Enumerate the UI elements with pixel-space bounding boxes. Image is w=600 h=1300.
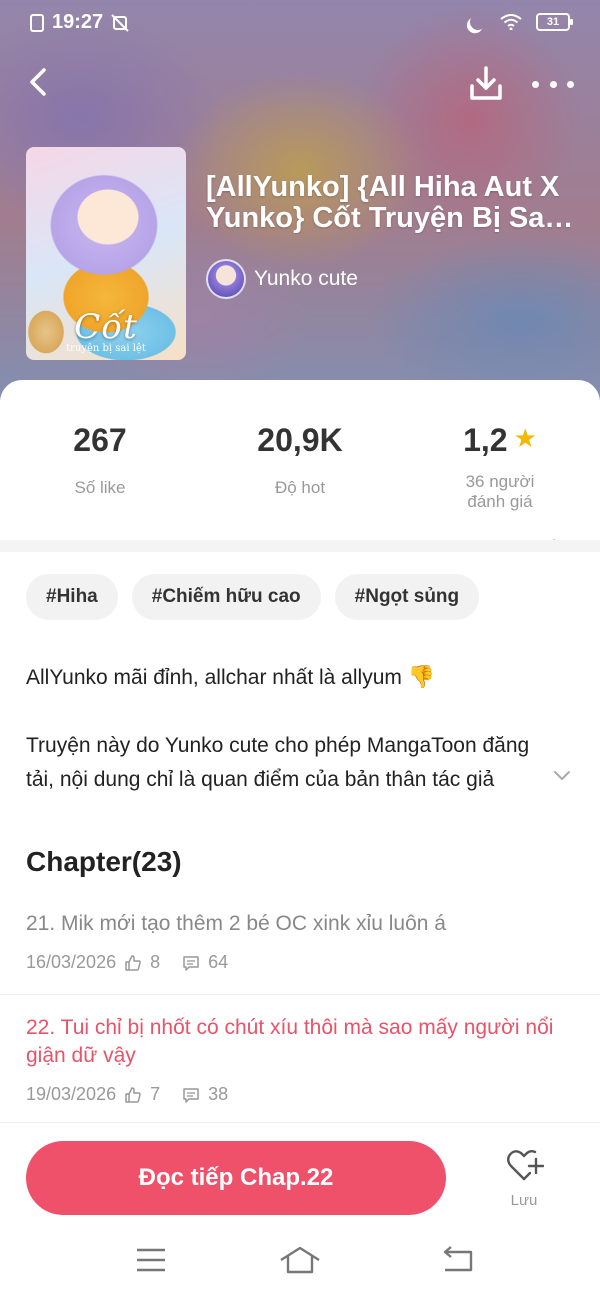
more-icon-dot	[549, 80, 557, 88]
save-label: Lưu	[510, 1192, 538, 1209]
bottom-action-bar: Đọc tiếp Chap.22 Lưu	[0, 1122, 600, 1222]
wifi-icon	[500, 14, 522, 30]
like-icon	[125, 954, 141, 971]
top-nav	[0, 58, 600, 108]
chapter-name: 21. Mik mới tạo thêm 2 bé OC xink xỉu lu…	[26, 912, 446, 935]
rating-value: 1,2	[463, 422, 508, 458]
chapter-name: 22. Tui chỉ bị nhốt có chút xíu thôi mà …	[26, 1016, 554, 1067]
stats-row: 267 Số like 20,9K Độ hot 1,2 ★ 36 người đ…	[0, 420, 600, 551]
thumbs-down-icon: 👎	[407, 664, 436, 689]
tag-chip[interactable]: #Ngọt sủng	[334, 574, 480, 620]
rating-count-label: 36 người	[465, 472, 535, 491]
menu-icon[interactable]	[129, 1242, 173, 1278]
mute-icon	[111, 13, 129, 32]
more-button[interactable]	[532, 64, 574, 104]
book-title: [AllYunko] {All Hiha Aut X Yunko} Cốt Tr…	[206, 172, 560, 234]
heart-plus-icon	[507, 1150, 545, 1181]
likes-value: 267	[73, 422, 127, 458]
likes-stat: 267 Số like	[0, 420, 200, 498]
divider	[0, 994, 600, 995]
chapter-item-current[interactable]: 22. Tui chỉ bị nhốt có chút xíu thôi mà …	[26, 1014, 576, 1105]
comment-icon	[183, 955, 199, 971]
back-icon	[30, 68, 46, 96]
more-icon-dot	[567, 80, 574, 88]
do-not-disturb-icon	[468, 12, 489, 33]
hot-label: Độ hot	[274, 478, 326, 497]
detail-card: 267 Số like 20,9K Độ hot 1,2 ★ 36 người đ…	[0, 380, 600, 1300]
more-icon-dot	[532, 80, 539, 88]
chevron-down-icon[interactable]	[552, 768, 572, 782]
notification-icon	[30, 13, 44, 32]
back-nav-icon[interactable]	[435, 1242, 479, 1278]
book-cover[interactable]: Cốt truyện bị sai lệt	[26, 147, 186, 360]
tag-chip[interactable]: #Chiếm hữu cao	[131, 574, 321, 620]
download-button[interactable]	[466, 64, 506, 104]
status-bar: 19:27 31	[0, 0, 600, 48]
hot-stat: 20,9K Độ hot	[200, 420, 400, 498]
author-name[interactable]: Yunko cute	[254, 267, 358, 291]
tag-chip[interactable]: #Hiha	[26, 574, 118, 620]
star-icon: ★	[513, 423, 537, 453]
chapter-likes: 8	[150, 952, 161, 972]
rating-label: đánh giá	[467, 492, 533, 511]
save-button[interactable]: Lưu	[494, 1147, 554, 1209]
chapter-date: 19/03/2026	[26, 1084, 117, 1104]
chapter-comments: 64	[208, 952, 229, 972]
battery-icon: 31	[536, 13, 573, 31]
author-avatar[interactable]	[206, 259, 246, 299]
back-button[interactable]	[22, 64, 58, 100]
cover-subtitle: truyện bị sai lệt	[66, 343, 146, 354]
chapter-heading[interactable]: Chapter(23)	[26, 846, 182, 878]
author-row[interactable]: Yunko cute	[206, 259, 358, 299]
likes-label: Số like	[74, 478, 126, 497]
chapter-item[interactable]: 21. Mik mới tạo thêm 2 bé OC xink xỉu lu…	[26, 910, 576, 973]
continue-reading-button[interactable]: Đọc tiếp Chap.22	[26, 1141, 446, 1215]
home-icon[interactable]	[278, 1242, 322, 1278]
like-icon	[125, 1086, 141, 1103]
comment-icon	[183, 1087, 199, 1103]
description-line: AllYunko mãi đỉnh, allchar nhất là allyu…	[26, 666, 402, 689]
tag-list: #Hiha #Chiếm hữu cao #Ngọt sủng	[26, 574, 480, 620]
cover-title: Cốt	[74, 307, 138, 347]
download-icon	[470, 66, 502, 100]
description[interactable]: AllYunko mãi đỉnh, allchar nhất là allyu…	[26, 660, 556, 831]
chapter-date: 16/03/2026	[26, 952, 117, 972]
system-nav-bar	[0, 1230, 600, 1300]
rating-stat[interactable]: 1,2 ★ 36 người đánh giá	[400, 420, 600, 512]
chapter-likes: 7	[150, 1084, 161, 1104]
hot-value: 20,9K	[257, 422, 343, 458]
description-paragraph: Truyện này do Yunko cute cho phép MangaT…	[26, 734, 530, 791]
section-divider	[0, 540, 600, 552]
status-time: 19:27	[52, 11, 104, 33]
chapter-comments: 38	[208, 1084, 229, 1104]
